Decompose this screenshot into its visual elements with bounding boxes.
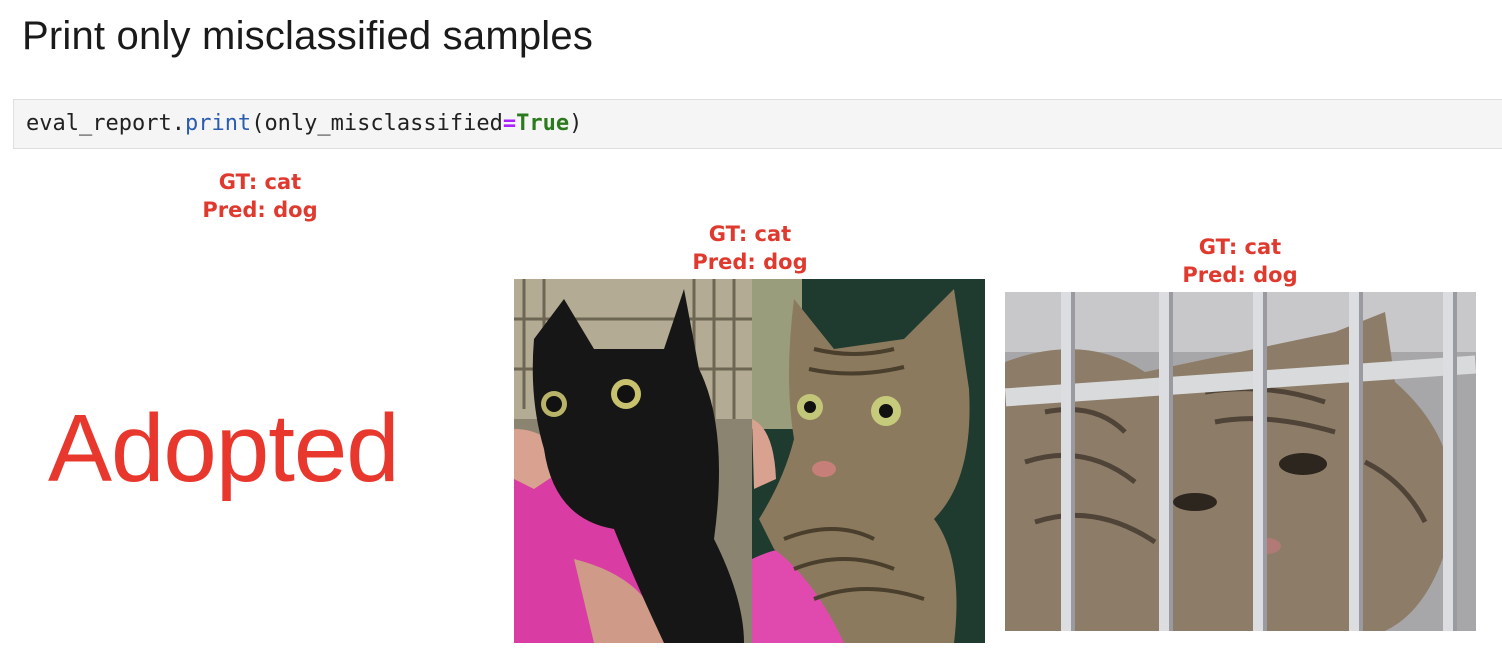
sample-1-pred-label: Pred: dog (202, 198, 318, 222)
sample-2-title: GT: cat Pred: dog (650, 220, 850, 276)
sample-2-pred-label: Pred: dog (692, 250, 808, 274)
code-close-paren: ) (569, 111, 583, 136)
sample-3-title: GT: cat Pred: dog (1140, 233, 1340, 289)
sample-3-gt-label: GT: cat (1198, 235, 1282, 259)
sample-1-gt-label: GT: cat (218, 170, 302, 194)
caged-tabby-cat-photo (1005, 292, 1476, 631)
code-argument: only_misclassified (264, 111, 503, 136)
sample-2-gt-label: GT: cat (708, 222, 792, 246)
sample-3-pred-label: Pred: dog (1182, 263, 1298, 287)
code-cell[interactable]: eval_report.print(only_misclassified=Tru… (13, 99, 1502, 149)
code-object: eval_report (26, 111, 172, 136)
code-line: eval_report.print(only_misclassified=Tru… (26, 111, 582, 136)
section-heading: Print only misclassified samples (22, 14, 594, 58)
code-open-paren: ( (251, 111, 265, 136)
two-cats-photo (514, 279, 985, 643)
code-value: True (516, 111, 570, 136)
code-function: print (184, 111, 252, 136)
sample-1-title: GT: cat Pred: dog (160, 168, 360, 224)
code-operator: = (502, 111, 517, 136)
adopted-logo-image: Adopted (48, 395, 400, 502)
code-dot: . (171, 111, 185, 136)
